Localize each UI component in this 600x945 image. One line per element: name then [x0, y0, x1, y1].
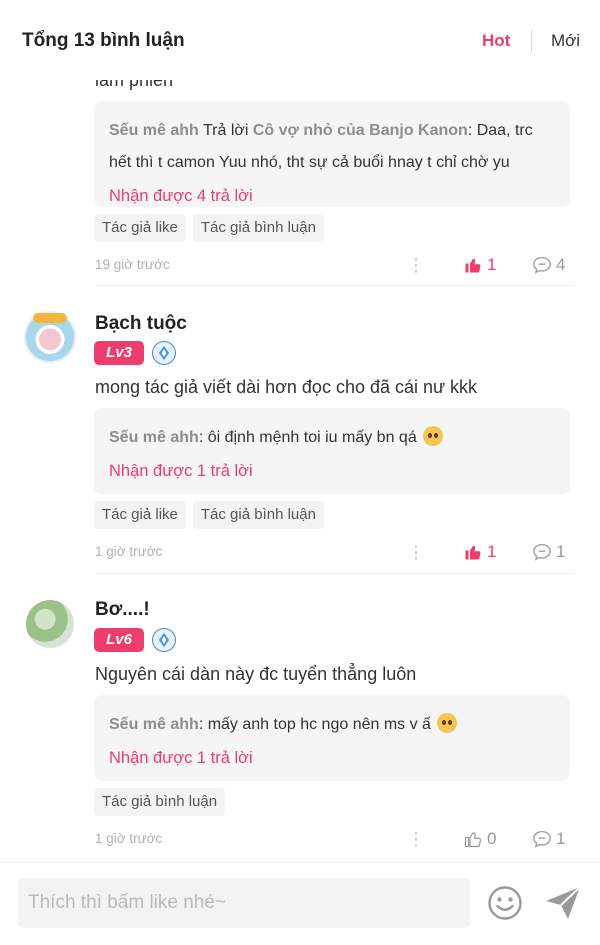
reply-to-author[interactable]: Cô vợ nhỏ của Banjo Kanon — [253, 122, 468, 139]
like-button[interactable]: 1 — [464, 542, 496, 562]
level-badge: Lv3 — [94, 341, 144, 365]
reply-count-link[interactable]: Nhận được 4 trả lời — [109, 181, 556, 211]
reply-body: : Daa, trc — [467, 122, 533, 139]
thumbs-up-icon — [465, 545, 481, 560]
comment-time: 1 giờ trước — [95, 544, 163, 559]
savoring-face-emoji — [437, 713, 458, 733]
tag-author-comment: Tác giả bình luận — [94, 788, 226, 816]
tag-author-like: Tác giả like — [94, 501, 186, 529]
pleading-face-emoji — [423, 426, 444, 446]
like-count: 0 — [487, 829, 497, 848]
comment-divider — [95, 285, 575, 286]
tag-list: Tác giả like Tác giả bình luận — [94, 501, 324, 529]
reply-button[interactable]: 4 — [532, 255, 565, 275]
smiley-icon[interactable] — [487, 885, 523, 921]
reply-author[interactable]: Sếu mê ahh — [109, 716, 199, 733]
like-count: 1 — [487, 255, 497, 274]
send-icon[interactable] — [544, 885, 582, 921]
more-options-icon[interactable]: ⋮ — [407, 256, 425, 274]
reply-body: : mấy anh top hc ngo nên ms v ấ — [198, 716, 431, 733]
reply-word: Trả lời — [202, 122, 249, 139]
comments-header: Tổng 13 bình luận Hot Mới — [0, 0, 600, 80]
like-count: 1 — [487, 542, 497, 561]
reply-count-link[interactable]: Nhận được 1 trả lời — [109, 456, 556, 486]
reply-button[interactable]: 1 — [532, 829, 565, 849]
reply-count: 1 — [556, 542, 566, 561]
comment-divider — [95, 573, 575, 574]
reply-button[interactable]: 1 — [532, 542, 565, 562]
reply-body-line: hết thì t camon Yuu nhó, tht sự cả buổi … — [109, 154, 510, 171]
tag-list: Tác giả bình luận — [94, 788, 226, 816]
like-button[interactable]: 1 — [464, 255, 496, 275]
comment-total-title: Tổng 13 bình luận — [22, 30, 185, 51]
tag-author-like: Tác giả like — [94, 214, 186, 242]
reply-count-link[interactable]: Nhận được 1 trả lời — [109, 743, 556, 773]
comment-bubble-icon — [533, 256, 551, 274]
avatar-frame-badge — [33, 313, 67, 323]
writer-badge-icon — [152, 341, 176, 365]
thumbs-up-icon — [465, 258, 481, 273]
comment-text: Nguyên cái dàn này đc tuyển thẳng luôn — [95, 664, 417, 684]
reply-preview-box[interactable]: Sếu mê ahh: mấy anh top hc ngo nên ms v … — [94, 695, 570, 781]
comment-author[interactable]: Bơ....! — [95, 599, 150, 621]
sort-hot-tab[interactable]: Hot — [482, 31, 510, 51]
reply-preview-box[interactable]: Sếu mê ahh: ôi định mệnh toi iu mấy bn q… — [94, 408, 570, 494]
avatar[interactable] — [26, 600, 74, 648]
writer-badge-icon — [152, 628, 176, 652]
reply-count: 4 — [556, 255, 566, 274]
comment-author[interactable]: Bạch tuộc — [95, 313, 187, 335]
comment-time: 19 giờ trước — [95, 257, 170, 272]
comment-bubble-icon — [533, 830, 551, 848]
reply-author[interactable]: Sếu mê ahh — [109, 429, 199, 446]
reply-preview-line: Sếu mê ahh: mấy anh top hc ngo nên ms v … — [109, 709, 556, 741]
reply-preview-line: Sếu mê ahh Trả lời Cô vợ nhỏ của Banjo K… — [109, 115, 556, 147]
reply-body: : ôi định mệnh toi iu mấy bn qá — [198, 429, 417, 446]
comment-composer — [0, 862, 600, 945]
tag-author-comment: Tác giả bình luận — [192, 214, 324, 242]
reply-count: 1 — [556, 829, 566, 848]
level-badge: Lv6 — [94, 628, 144, 652]
like-button[interactable]: 0 — [464, 829, 496, 849]
comment-input[interactable] — [18, 878, 470, 928]
reply-preview-box[interactable]: Sếu mê ahh Trả lời Cô vợ nhỏ của Banjo K… — [94, 101, 570, 207]
reply-preview-line: Sếu mê ahh: ôi định mệnh toi iu mấy bn q… — [109, 422, 556, 454]
comment-bubble-icon — [533, 543, 551, 561]
comment-time: 1 giờ trước — [95, 831, 163, 846]
tag-list: Tác giả like Tác giả bình luận — [94, 214, 324, 242]
comment-list: làm phiền Sếu mê ahh Trả lời Cô vợ nhỏ c… — [0, 0, 600, 862]
thumbs-up-outline-icon — [464, 832, 482, 848]
tag-author-comment: Tác giả bình luận — [192, 501, 324, 529]
more-options-icon[interactable]: ⋮ — [407, 543, 425, 561]
reply-author[interactable]: Sếu mê ahh — [109, 122, 199, 139]
more-options-icon[interactable]: ⋮ — [407, 830, 425, 848]
sort-divider — [531, 30, 532, 52]
comment-text: mong tác giả viết dài hơn đọc cho đã cái… — [95, 377, 478, 397]
sort-new-tab[interactable]: Mới — [551, 31, 580, 51]
